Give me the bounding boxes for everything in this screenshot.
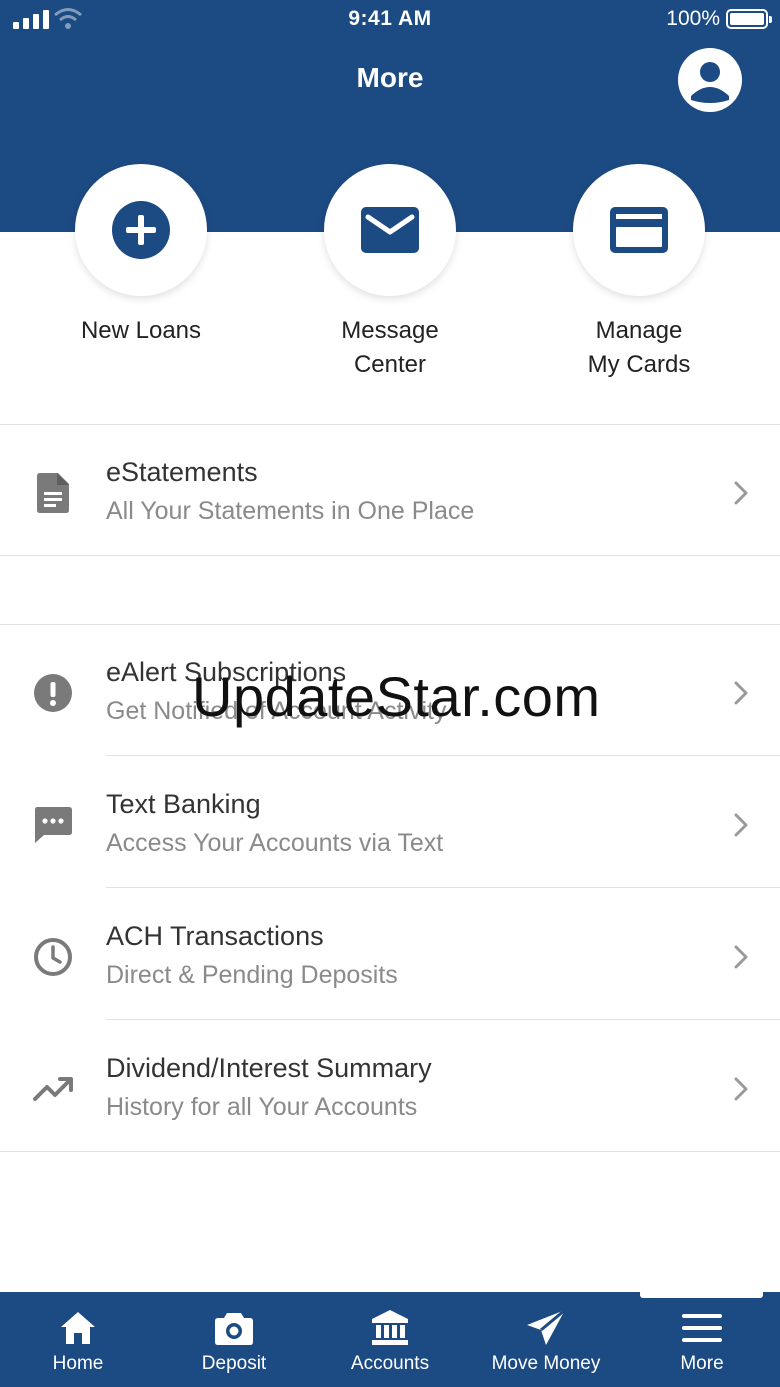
clock-icon (32, 936, 74, 978)
menu-item-title: eStatements (106, 457, 258, 487)
tab-deposit[interactable]: Deposit (156, 1292, 312, 1387)
chevron-right-icon (734, 813, 748, 842)
message-center-label: Message Center (341, 317, 439, 378)
new-loans-label: New Loans (80, 317, 202, 344)
message-center-circle (324, 164, 456, 296)
manage-my-cards-button[interactable]: Manage My Cards (539, 164, 739, 382)
menu-item-title: ACH Transactions (106, 921, 324, 951)
divider (0, 1151, 780, 1152)
page-title: More (356, 62, 424, 93)
tab-move-money[interactable]: Move Money (468, 1292, 624, 1387)
menu-item-subtitle: Access Your Accounts via Text (106, 829, 444, 857)
new-loans-circle (75, 164, 207, 296)
menu-item-title: Dividend/Interest Summary (106, 1053, 432, 1083)
camera-icon (214, 1308, 254, 1348)
bank-icon (370, 1308, 410, 1348)
user-avatar-icon (691, 62, 729, 103)
tab-accounts[interactable]: Accounts (312, 1292, 468, 1387)
document-icon (32, 472, 74, 514)
tab-label: Deposit (201, 1353, 267, 1374)
chevron-right-icon (734, 945, 748, 974)
menu-item-title: Text Banking (106, 789, 261, 819)
bottom-tab-bar: Home Deposit Accounts Move Money More (0, 1292, 780, 1387)
tab-more[interactable]: More (624, 1292, 780, 1387)
divider (0, 555, 780, 556)
menu-item-text-banking[interactable]: Text Banking Access Your Accounts via Te… (0, 757, 780, 888)
status-time: 9:41 AM (348, 7, 432, 30)
tab-label: Move Money (491, 1353, 601, 1374)
chat-icon (32, 804, 74, 846)
battery-icon (726, 9, 772, 29)
send-icon (526, 1308, 566, 1348)
tab-label: Home (52, 1353, 104, 1374)
menu-item-subtitle: Direct & Pending Deposits (106, 961, 398, 989)
chevron-right-icon (734, 681, 748, 710)
tab-label: Accounts (350, 1353, 430, 1374)
chevron-right-icon (734, 481, 748, 510)
battery-percentage: 100% (666, 7, 720, 30)
envelope-icon (361, 207, 419, 253)
credit-card-icon (610, 207, 668, 253)
active-tab-indicator (640, 1292, 763, 1298)
plus-circle-icon (112, 201, 170, 259)
new-loans-button[interactable]: New Loans (41, 164, 241, 348)
profile-button[interactable] (678, 48, 742, 112)
menu-item-subtitle: History for all Your Accounts (106, 1093, 418, 1121)
menu-item-subtitle: All Your Statements in One Place (106, 497, 475, 525)
divider (106, 1019, 780, 1020)
menu-item-estatements[interactable]: eStatements All Your Statements in One P… (0, 425, 780, 556)
watermark: UpdateStar.com (192, 665, 601, 728)
home-icon (58, 1308, 98, 1348)
manage-my-cards-label: Manage My Cards (587, 317, 691, 378)
status-bar: 9:41 AM 100% (0, 0, 780, 40)
trending-up-icon (32, 1068, 74, 1110)
chevron-right-icon (734, 1077, 748, 1106)
alert-icon (32, 672, 74, 714)
manage-my-cards-circle (573, 164, 705, 296)
tab-home[interactable]: Home (0, 1292, 156, 1387)
tab-label: More (680, 1353, 724, 1374)
divider (106, 755, 780, 756)
divider (106, 887, 780, 888)
message-center-button[interactable]: Message Center (290, 164, 490, 382)
menu-icon (682, 1308, 722, 1348)
menu-item-dividend-interest-summary[interactable]: Dividend/Interest Summary History for al… (0, 1021, 780, 1152)
menu-item-ach-transactions[interactable]: ACH Transactions Direct & Pending Deposi… (0, 889, 780, 1020)
